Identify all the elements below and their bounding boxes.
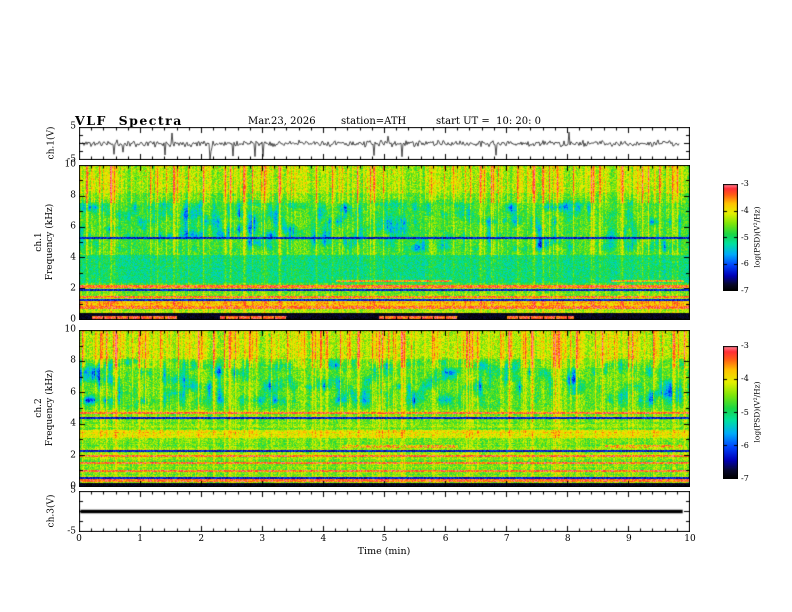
ch3-waveform-canvas [79, 491, 690, 532]
spec2-y-tick-label: 6 [70, 387, 76, 398]
wave1-y-tick-label: -5 [67, 154, 76, 165]
spec1-y-tick-label: 6 [70, 221, 76, 232]
x-tick-label: 1 [137, 534, 143, 544]
colorbar1-tick-label: -7 [741, 286, 749, 295]
spec2-y-tick-label: 2 [70, 450, 76, 461]
plot-station: station=ATH [341, 116, 407, 127]
wave1-y-tick-label: 5 [70, 121, 76, 132]
plot-title: VLF Spectra [75, 113, 183, 128]
ch1-waveform-canvas [79, 127, 690, 160]
x-tick-label: 6 [442, 534, 449, 544]
colorbar1-tick-label: -5 [741, 232, 749, 242]
spec2-y-tick-label: 4 [70, 418, 76, 429]
wave3-y-tick-label: -5 [67, 526, 76, 537]
colorbar2-tick-label: -7 [741, 474, 749, 483]
x-tick-label: 7 [503, 534, 510, 544]
colorbar1-tick-label: -4 [741, 205, 749, 215]
spec2-y-tick-label: 10 [64, 324, 76, 335]
x-tick-label: 2 [198, 534, 205, 544]
plot-date: Mar.23, 2026 [248, 116, 316, 127]
colorbar2-tick-label: -5 [741, 407, 749, 417]
plot-start-ut: start UT = 10: 20: 0 [436, 116, 542, 127]
ch1-spec-ylabel: ch.1 Frequency (kHz) [34, 204, 56, 281]
x-tick-label: 9 [626, 534, 632, 544]
ch2-spec-ylabel: ch.2 Frequency (kHz) [34, 370, 56, 447]
x-tick-label: 5 [381, 534, 388, 544]
colorbar2-canvas [723, 346, 738, 479]
ch1-spec-ylabel-line2: Frequency (kHz) [45, 203, 55, 281]
colorbar2-tick-label: -4 [741, 374, 749, 384]
colorbar1-tick-label: -6 [741, 259, 749, 269]
colorbar1-canvas [723, 184, 738, 291]
colorbar2-tick-label: -6 [741, 440, 749, 450]
x-tick-label: 4 [320, 534, 327, 544]
x-tick-label: 3 [259, 534, 266, 544]
spec2-y-tick-label: 8 [70, 355, 76, 366]
ch2-spec-ylabel-line1: ch.2 [34, 398, 45, 418]
colorbar1-tick-label: -3 [741, 179, 749, 188]
x-tick-label: 10 [684, 534, 696, 544]
spec1-y-tick-label: 0 [70, 314, 76, 325]
ch2-spec-ylabel-line2: Frequency (kHz) [45, 369, 55, 447]
colorbar2-label: log(PSD)(V²/Hz) [752, 381, 762, 443]
colorbar1-label: log(PSD)(V²/Hz) [752, 206, 762, 268]
ch3-wave-ylabel: ch.3(V) [46, 494, 57, 528]
wave3-y-tick-label: 5 [70, 485, 76, 496]
ch1-spectrogram-canvas [79, 165, 690, 320]
spec1-y-tick-label: 4 [70, 252, 76, 263]
vlf-spectra-figure: VLF Spectra Mar.23, 2026 station=ATH sta… [0, 0, 792, 612]
spec1-y-tick-label: 2 [70, 283, 76, 294]
x-axis-title: Time (min) [357, 546, 411, 557]
ch2-spectrogram-canvas [79, 330, 690, 487]
x-tick-label: 0 [76, 534, 82, 544]
spec1-y-tick-label: 8 [70, 190, 76, 201]
x-tick-label: 8 [564, 534, 571, 544]
colorbar2-tick-label: -3 [741, 341, 749, 350]
ch1-spec-ylabel-line1: ch.1 [34, 232, 45, 252]
